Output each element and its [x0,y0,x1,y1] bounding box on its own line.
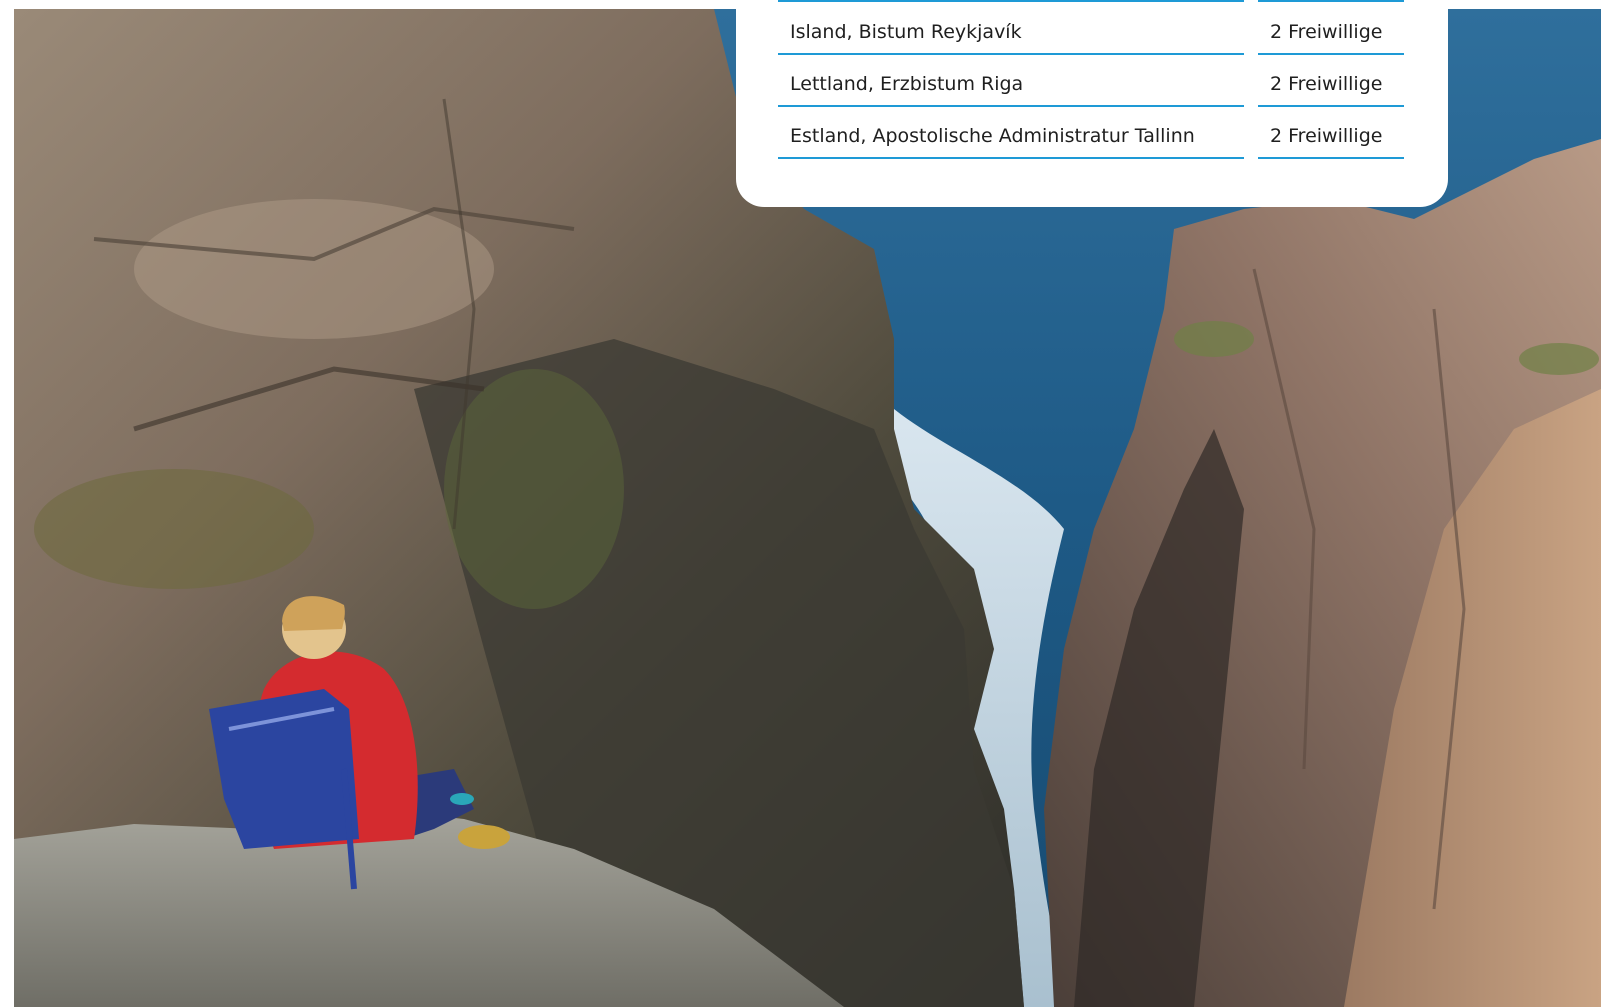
document-page: Island, Bistum Reykjavík 2 Freiwillige L… [0,0,1601,1007]
place-cell: Estland, Apostolische Administratur Tall… [778,107,1244,159]
place-cell: Lettland, Erzbistum Riga [778,55,1244,107]
volunteer-count: 2 Freiwillige [1270,21,1383,43]
volunteer-table-card: Island, Bistum Reykjavík 2 Freiwillige L… [736,0,1448,207]
table-row: Estland, Apostolische Administratur Tall… [778,107,1404,159]
count-cell: 2 Freiwillige [1258,55,1404,107]
count-cell: 2 Freiwillige [1258,107,1404,159]
count-cell: 2 Freiwillige [1258,3,1404,55]
volunteer-count: 2 Freiwillige [1270,125,1383,147]
place-cell: Island, Bistum Reykjavík [778,3,1244,55]
table-top-rule [778,0,1244,2]
place-label: Island, Bistum Reykjavík [790,21,1022,43]
table-row: Island, Bistum Reykjavík 2 Freiwillige [778,3,1404,55]
volunteer-count: 2 Freiwillige [1270,73,1383,95]
table-top-rule [1258,0,1404,2]
place-label: Lettland, Erzbistum Riga [790,73,1024,95]
place-label: Estland, Apostolische Administratur Tall… [790,125,1195,147]
table-row: Lettland, Erzbistum Riga 2 Freiwillige [778,55,1404,107]
